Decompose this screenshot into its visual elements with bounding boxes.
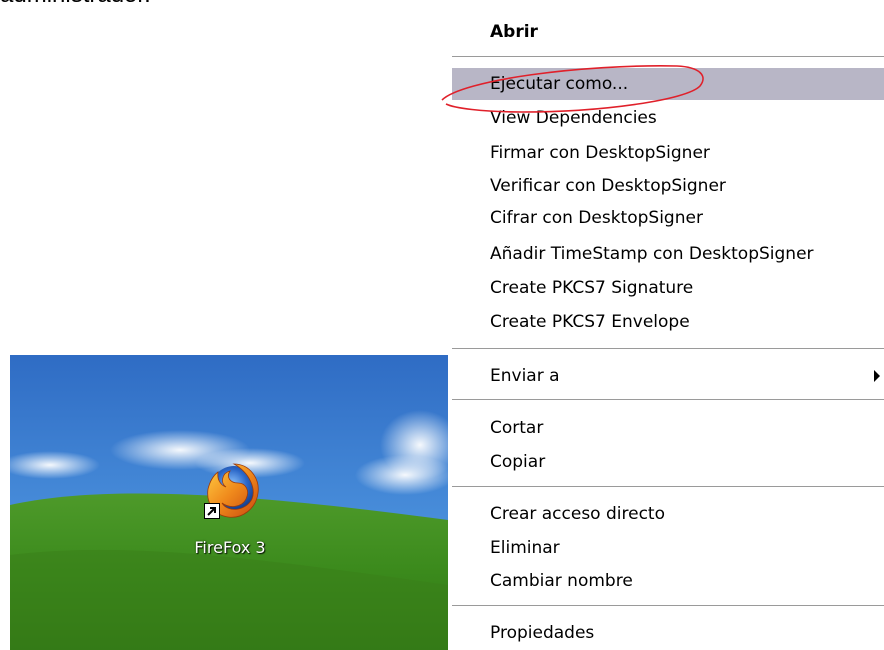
- menu-item-eliminar[interactable]: Eliminar: [450, 532, 884, 564]
- menu-item-label: Eliminar: [490, 538, 560, 558]
- firefox-shortcut[interactable]: FireFox 3: [176, 459, 284, 563]
- menu-item-enviar-a[interactable]: Enviar a: [450, 360, 884, 392]
- menu-item-label: Añadir TimeStamp con DesktopSigner: [490, 244, 814, 264]
- menu-item-pkcs7-envelope[interactable]: Create PKCS7 Envelope: [450, 306, 884, 338]
- menu-item-label: Verificar con DesktopSigner: [490, 176, 726, 196]
- menu-item-cortar[interactable]: Cortar: [450, 412, 884, 444]
- menu-item-ejecutar-como[interactable]: Ejecutar como...: [452, 68, 884, 100]
- menu-item-label: Ejecutar como...: [490, 74, 629, 94]
- menu-item-label: Crear acceso directo: [490, 504, 665, 524]
- menu-item-verificar[interactable]: Verificar con DesktopSigner: [450, 170, 884, 202]
- menu-item-label: Propiedades: [490, 623, 595, 643]
- menu-item-label: Copiar: [490, 452, 546, 472]
- menu-separator: [452, 486, 884, 488]
- menu-item-cambiar-nombre[interactable]: Cambiar nombre: [450, 565, 884, 597]
- menu-item-label: Create PKCS7 Signature: [490, 278, 694, 298]
- menu-item-cifrar[interactable]: Cifrar con DesktopSigner: [450, 202, 884, 234]
- desktop-wallpaper: FireFox 3: [10, 355, 448, 650]
- menu-item-label: Cifrar con DesktopSigner: [490, 208, 703, 228]
- menu-item-label: Cortar: [490, 418, 544, 438]
- menu-item-timestamp[interactable]: Añadir TimeStamp con DesktopSigner: [450, 238, 884, 270]
- menu-separator: [452, 605, 884, 607]
- menu-item-label: Firmar con DesktopSigner: [490, 143, 710, 163]
- menu-item-label: Enviar a: [490, 366, 560, 386]
- menu-item-label: View Dependencies: [490, 108, 657, 128]
- menu-separator: [452, 399, 884, 401]
- menu-item-pkcs7-signature[interactable]: Create PKCS7 Signature: [450, 272, 884, 304]
- menu-item-copiar[interactable]: Copiar: [450, 446, 884, 478]
- menu-item-crear-acceso-directo[interactable]: Crear acceso directo: [450, 498, 884, 530]
- menu-item-label: Abrir: [490, 22, 538, 42]
- page-partial-text: administrador.: [0, 0, 151, 10]
- firefox-shortcut-label: FireFox 3: [194, 538, 266, 557]
- menu-item-view-dependencies[interactable]: View Dependencies: [450, 102, 884, 134]
- shortcut-arrow-icon: [204, 503, 220, 519]
- menu-item-label: Cambiar nombre: [490, 571, 633, 591]
- menu-item-label: Create PKCS7 Envelope: [490, 312, 690, 332]
- submenu-arrow-icon: [874, 370, 880, 382]
- menu-item-firmar[interactable]: Firmar con DesktopSigner: [450, 137, 884, 169]
- menu-separator: [452, 56, 884, 58]
- menu-separator: [452, 348, 884, 350]
- menu-item-abrir[interactable]: Abrir: [450, 16, 884, 48]
- context-menu: Abrir Ejecutar como... View Dependencies…: [450, 0, 884, 650]
- menu-item-propiedades[interactable]: Propiedades: [450, 617, 884, 649]
